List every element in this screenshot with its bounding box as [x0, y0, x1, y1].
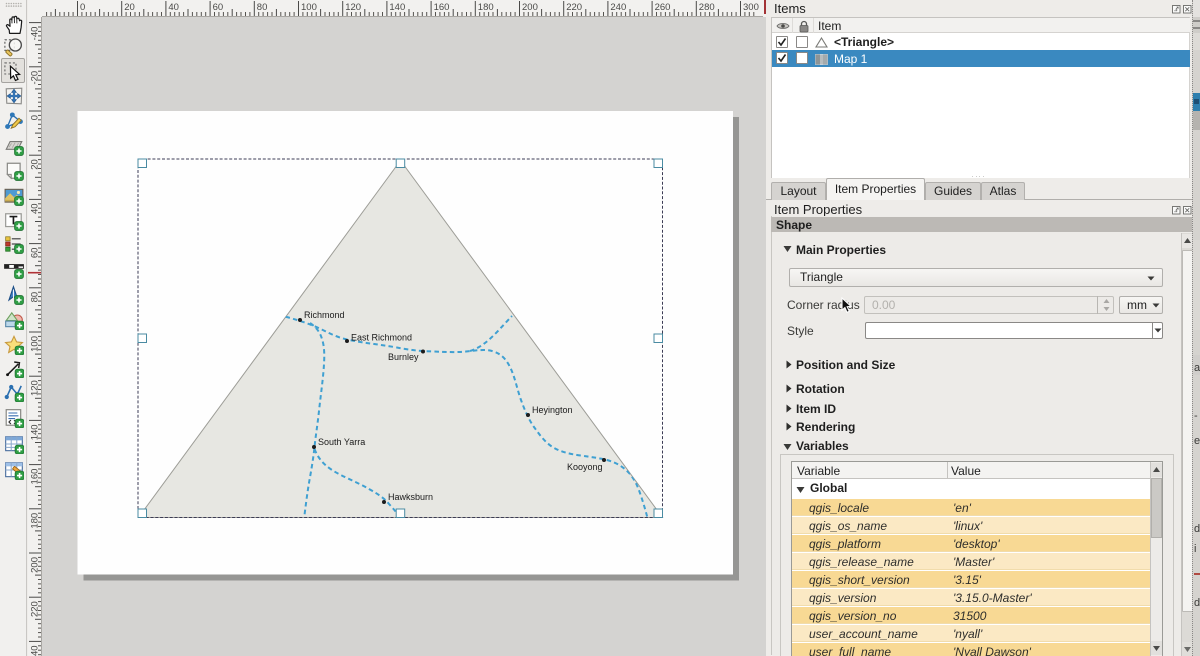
svg-text:100: 100	[301, 2, 317, 13]
svg-text:40: 40	[168, 2, 179, 13]
svg-text:80: 80	[257, 2, 268, 13]
svg-text:Burnley: Burnley	[388, 352, 419, 362]
svg-text:240: 240	[610, 2, 626, 13]
svg-text:South Yarra: South Yarra	[318, 437, 365, 447]
svg-text:300: 300	[743, 2, 759, 13]
svg-text:-20: -20	[30, 71, 41, 85]
svg-text:East Richmond: East Richmond	[351, 333, 412, 343]
svg-text:Richmond: Richmond	[304, 310, 345, 320]
svg-text:280: 280	[699, 2, 715, 13]
svg-text:160: 160	[434, 2, 450, 13]
svg-text:120: 120	[345, 2, 361, 13]
svg-text:-40: -40	[30, 27, 41, 41]
svg-text:140: 140	[389, 2, 405, 13]
svg-text:60: 60	[213, 2, 224, 13]
svg-text:Hawksburn: Hawksburn	[388, 492, 433, 502]
svg-text:Heyington: Heyington	[532, 405, 573, 415]
svg-text:0: 0	[80, 2, 85, 13]
svg-text:Kooyong: Kooyong	[567, 462, 603, 472]
svg-text:260: 260	[655, 2, 671, 13]
svg-text:220: 220	[566, 2, 582, 13]
svg-text:180: 180	[478, 2, 494, 13]
svg-text:20: 20	[124, 2, 135, 13]
svg-text:200: 200	[522, 2, 538, 13]
